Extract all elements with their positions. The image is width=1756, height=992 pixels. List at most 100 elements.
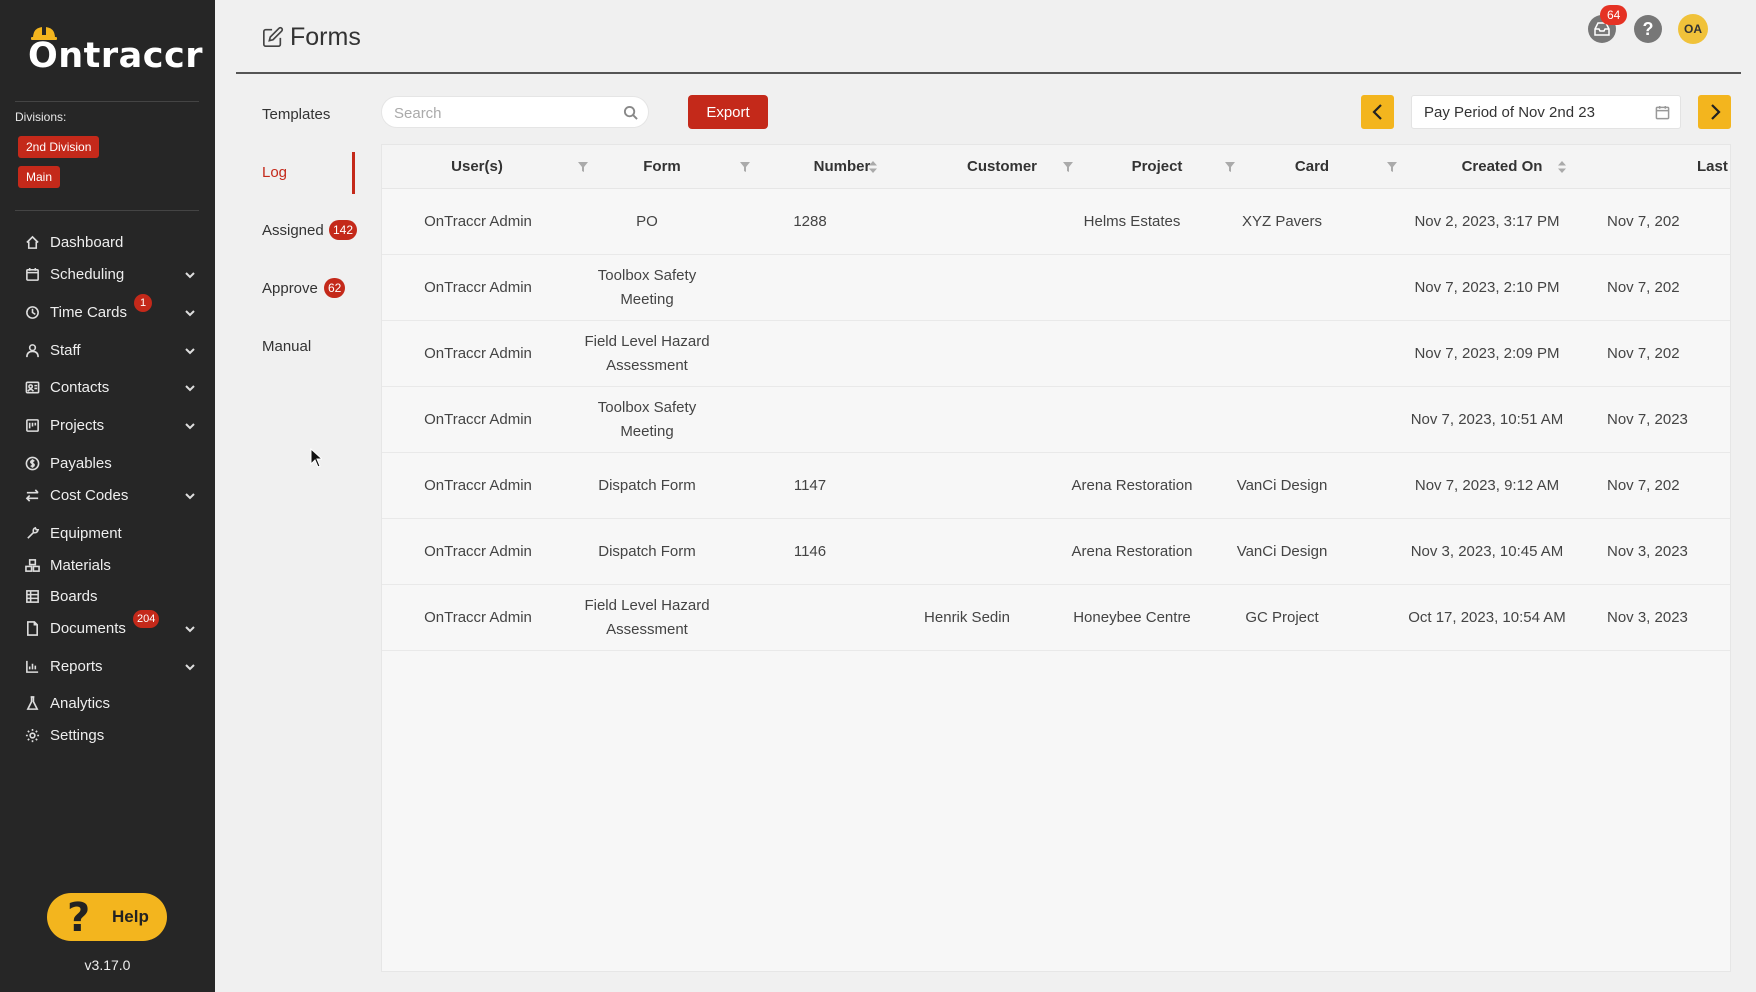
chevron-down-icon[interactable]: [184, 660, 196, 672]
cell-created-on: Oct 17, 2023, 10:54 AM: [1408, 609, 1566, 626]
cell-number: [750, 321, 870, 387]
cell-card: [1207, 321, 1357, 387]
pay-period-picker[interactable]: Pay Period of Nov 2nd 23: [1411, 95, 1681, 129]
column-header-last-updated[interactable]: Last Up: [1622, 145, 1730, 189]
cell-form: Field Level Hazard Assessment: [584, 333, 710, 374]
column-header-number[interactable]: Number: [782, 145, 902, 189]
cell-project: Honeybee Centre: [1073, 609, 1191, 626]
export-button[interactable]: Export: [688, 95, 768, 129]
sidebar-item-boards[interactable]: Boards: [0, 582, 215, 610]
cell-card: XYZ Pavers: [1241, 213, 1323, 230]
cell-customer: [892, 321, 1042, 387]
cell-customer: Henrik Sedin: [924, 609, 1010, 626]
next-period-button[interactable]: [1698, 95, 1731, 129]
hard-hat-icon: [31, 25, 57, 40]
sidebar-item-dashboard[interactable]: Dashboard: [0, 228, 215, 256]
sidebar-item-label: Time Cards: [50, 303, 127, 321]
cell-number: 1147: [793, 477, 827, 494]
cell-form: Field Level Hazard Assessment: [584, 597, 710, 638]
sidebar-item-label: Materials: [50, 556, 111, 574]
sort-icon[interactable]: [1556, 160, 1568, 174]
tab-templates[interactable]: Templates: [262, 106, 330, 123]
sidebar-item-projects[interactable]: Projects: [0, 411, 215, 439]
tab-assigned[interactable]: Assigned: [262, 222, 324, 239]
sidebar-item-label: Boards: [50, 587, 98, 605]
notifications-badge: 64: [1600, 5, 1628, 25]
sidebar-item-label: Reports: [50, 657, 103, 675]
chevron-down-icon[interactable]: [184, 419, 196, 431]
sidebar-item-analytics[interactable]: Analytics: [0, 689, 215, 717]
search-icon[interactable]: [623, 105, 638, 120]
sidebar-item-label: Settings: [50, 726, 105, 744]
tab-log[interactable]: Log: [262, 164, 287, 181]
sidebar-item-materials[interactable]: Materials: [0, 551, 215, 579]
question-icon: ?: [67, 895, 91, 941]
search-input[interactable]: [394, 103, 614, 123]
table-row[interactable]: OnTraccr Admin Field Level Hazard Assessm…: [382, 321, 1730, 387]
help-circle-button[interactable]: ?: [1634, 15, 1662, 43]
sidebar-item-reports[interactable]: Reports: [0, 652, 215, 680]
table-row[interactable]: OnTraccr Admin PO 1288 Helms Estates XYZ Pav…: [382, 189, 1730, 255]
brand-logo[interactable]: Ontraccr: [28, 24, 203, 74]
table-row[interactable]: OnTraccr Admin Dispatch Form 1146 Arena Res…: [382, 519, 1730, 585]
tab-manual[interactable]: Manual: [262, 338, 311, 355]
table-row[interactable]: OnTraccr Admin Dispatch Form 1147 Arena Res…: [382, 453, 1730, 519]
column-header-users[interactable]: User(s): [382, 145, 572, 189]
chevron-down-icon[interactable]: [184, 268, 196, 280]
sidebar-item-label: Analytics: [50, 694, 111, 712]
filter-icon[interactable]: [1386, 160, 1398, 174]
help-label: Help: [112, 907, 149, 926]
tab-badge: 62: [324, 278, 346, 298]
chevron-down-icon[interactable]: [184, 622, 196, 634]
table-row[interactable]: OnTraccr Admin Field Level Hazard Assessm…: [382, 585, 1730, 651]
sidebar-item-settings[interactable]: Settings: [0, 721, 215, 749]
chart-icon: [24, 658, 40, 674]
filter-icon[interactable]: [577, 160, 589, 174]
chevron-down-icon[interactable]: [184, 344, 196, 356]
table-row[interactable]: OnTraccr Admin Toolbox Safety Meeting Nov …: [382, 387, 1730, 453]
column-header-project[interactable]: Project: [1082, 145, 1232, 189]
division-badge-main[interactable]: Main: [18, 166, 61, 188]
cell-form: Toolbox Safety Meeting: [597, 267, 697, 308]
cell-users: OnTraccr Admin: [424, 411, 532, 428]
cell-form: Dispatch Form: [598, 543, 696, 560]
sort-icon[interactable]: [867, 160, 879, 174]
cell-number: [750, 585, 870, 651]
column-header-card[interactable]: Card: [1242, 145, 1382, 189]
chevron-down-icon[interactable]: [184, 306, 196, 318]
boards-icon: [24, 588, 40, 604]
cell-project: Arena Restoration: [1071, 477, 1193, 494]
sidebar-item-badge: 204: [133, 610, 160, 628]
chevron-down-icon[interactable]: [184, 489, 196, 501]
previous-period-button[interactable]: [1361, 95, 1394, 129]
chevron-down-icon[interactable]: [184, 381, 196, 393]
sidebar-item-label: Scheduling: [50, 265, 125, 283]
cell-last-updated: Nov 3, 2023: [1607, 609, 1688, 626]
materials-icon: [24, 557, 40, 573]
sidebar-item-label: Projects: [50, 416, 105, 434]
sidebar-item-staff[interactable]: Staff: [0, 336, 215, 364]
filter-icon[interactable]: [1062, 160, 1074, 174]
sidebar-item-documents[interactable]: Documents: [0, 614, 215, 642]
filter-icon[interactable]: [739, 160, 751, 174]
sidebar-item-contacts[interactable]: Contacts: [0, 373, 215, 401]
home-icon: [24, 234, 40, 250]
filter-icon[interactable]: [1224, 160, 1236, 174]
sidebar-item-time-cards[interactable]: Time Cards: [0, 298, 215, 326]
column-header-customer[interactable]: Customer: [927, 145, 1077, 189]
cell-last-updated: Nov 7, 202: [1607, 279, 1680, 296]
sidebar-item-scheduling[interactable]: Scheduling: [0, 260, 215, 288]
table-row[interactable]: OnTraccr Admin Toolbox Safety Meeting Nov …: [382, 255, 1730, 321]
sidebar-item-cost-codes[interactable]: Cost Codes: [0, 481, 215, 509]
column-header-form[interactable]: Form: [592, 145, 732, 189]
division-badge-2nd[interactable]: 2nd Division: [18, 136, 100, 158]
dollar-icon: [24, 455, 40, 471]
document-icon: [24, 620, 40, 636]
help-button[interactable]: ? Help: [47, 893, 167, 941]
user-avatar[interactable]: OA: [1678, 14, 1708, 44]
gear-icon: [24, 727, 40, 743]
page-title: Forms: [290, 22, 361, 51]
sidebar-item-equipment[interactable]: Equipment: [0, 519, 215, 547]
sidebar-item-payables[interactable]: Payables: [0, 449, 215, 477]
tab-approve[interactable]: Approve: [262, 280, 318, 297]
